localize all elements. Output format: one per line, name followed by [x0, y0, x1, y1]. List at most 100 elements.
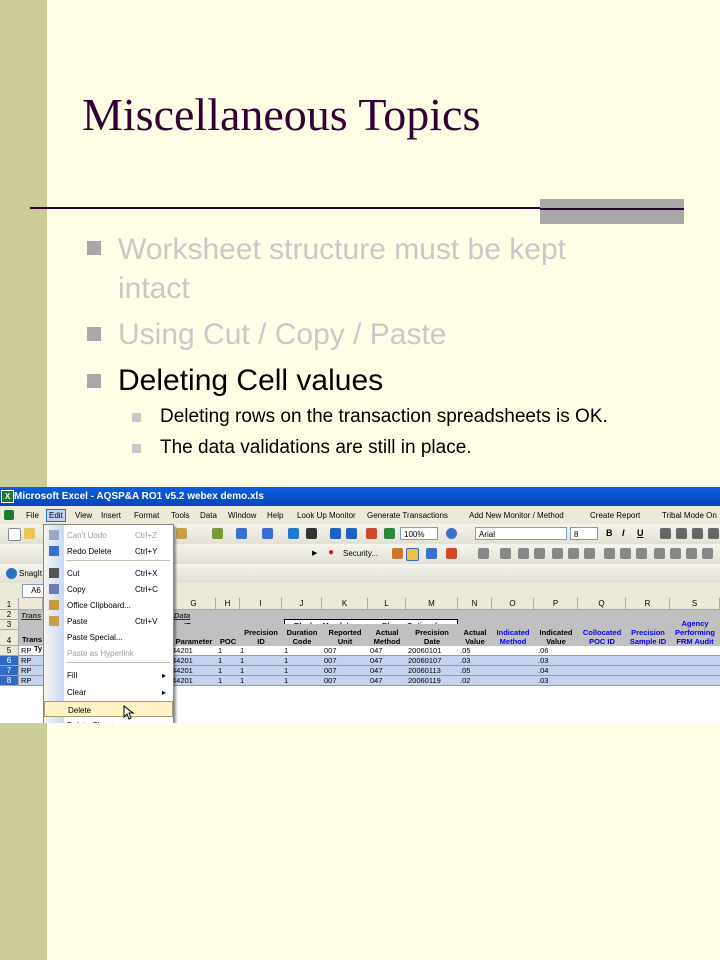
control-icon[interactable] [702, 548, 713, 559]
table-cell-a[interactable]: RP [21, 676, 31, 685]
form-scrollbar-icon[interactable] [604, 548, 615, 559]
align-right-icon[interactable] [692, 528, 703, 539]
paste-icon[interactable] [176, 528, 187, 539]
table-cell-a[interactable]: RP [21, 656, 31, 665]
table-cell-pid[interactable]: 1 [240, 656, 244, 665]
help-icon[interactable] [446, 528, 457, 539]
row-header[interactable]: 6 [0, 656, 19, 666]
column-header-H[interactable]: H [216, 598, 240, 610]
table-cell-ind[interactable]: .04 [538, 666, 548, 675]
table-cell-actual[interactable]: .03 [460, 656, 470, 665]
align-center-icon[interactable] [676, 528, 687, 539]
table-cell-date[interactable]: 20060101 [408, 646, 441, 655]
form-groupbox-icon[interactable] [518, 548, 529, 559]
table-cell-dur[interactable]: 1 [284, 646, 288, 655]
control-toolbox-icon[interactable] [426, 548, 437, 559]
align-left-icon[interactable] [660, 528, 671, 539]
edit-menu-item-delete-sheet[interactable]: Delete Sheet [44, 717, 173, 723]
undo-icon[interactable] [236, 528, 247, 539]
sort-descending-icon[interactable] [346, 528, 357, 539]
form-label-icon[interactable] [478, 548, 489, 559]
column-header-O[interactable]: O [492, 598, 534, 610]
menu-tools[interactable]: Tools [171, 511, 190, 520]
form-editbox-icon[interactable] [500, 548, 511, 559]
table-cell-param[interactable]: 44201 [172, 676, 193, 685]
column-header-K[interactable]: K [322, 598, 368, 610]
row-header[interactable]: 7 [0, 666, 19, 676]
edit-menu-item-redo-delete[interactable]: Redo Delete Ctrl+Y [44, 543, 173, 559]
new-icon[interactable] [8, 528, 21, 541]
hyperlink-icon[interactable] [288, 528, 299, 539]
autosum-icon[interactable] [306, 528, 317, 539]
menu-add-new-monitor[interactable]: Add New Monitor / Method [469, 511, 564, 520]
column-header-S[interactable]: S [670, 598, 720, 610]
script-editor-icon[interactable] [446, 548, 457, 559]
edit-menu-item-paste[interactable]: Paste Ctrl+V [44, 613, 173, 629]
design-mode-icon[interactable] [406, 548, 419, 561]
table-cell-poc[interactable]: 1 [218, 666, 222, 675]
table-cell-param[interactable]: 44201 [172, 666, 193, 675]
sort-ascending-icon[interactable] [330, 528, 341, 539]
menu-create-report[interactable]: Create Report [590, 511, 640, 520]
form-option-icon[interactable] [552, 548, 563, 559]
snagit-button[interactable]: SnagIt [19, 569, 42, 578]
row-header[interactable]: 1 [0, 600, 19, 610]
table-cell-param[interactable]: 44201 [172, 646, 193, 655]
column-header-I[interactable]: I [240, 598, 282, 610]
form-spinner-icon[interactable] [620, 548, 631, 559]
run-dialog-icon[interactable] [686, 548, 697, 559]
menu-look-up-monitor[interactable]: Look Up Monitor [297, 511, 356, 520]
menu-edit[interactable]: Edit [46, 509, 66, 522]
security-button[interactable]: Security... [343, 549, 378, 558]
table-cell-param[interactable]: 44201 [172, 656, 193, 665]
table-cell-ind[interactable]: .03 [538, 676, 548, 685]
table-cell-poc[interactable]: 1 [218, 676, 222, 685]
bold-icon[interactable]: B [606, 528, 613, 538]
menu-data[interactable]: Data [200, 511, 217, 520]
menu-generate-transactions[interactable]: Generate Transactions [367, 511, 448, 520]
table-cell-date[interactable]: 20060107 [408, 656, 441, 665]
table-cell-dur[interactable]: 1 [284, 666, 288, 675]
record-icon[interactable]: ● [328, 547, 334, 558]
table-cell-actual[interactable]: .05 [460, 666, 470, 675]
visual-basic-icon[interactable] [392, 548, 403, 559]
table-cell-ind[interactable]: .06 [538, 646, 548, 655]
menu-help[interactable]: Help [267, 511, 283, 520]
table-cell-ind[interactable]: .03 [538, 656, 548, 665]
table-cell-actual[interactable]: .02 [460, 676, 470, 685]
column-header-L[interactable]: L [368, 598, 406, 610]
column-header-P[interactable]: P [534, 598, 578, 610]
snagit-icon[interactable] [6, 568, 17, 579]
table-cell-method[interactable]: 047 [370, 676, 383, 685]
table-cell-a[interactable]: RP [21, 646, 31, 655]
format-painter-icon[interactable] [212, 528, 223, 539]
edit-menu-item-cut[interactable]: Cut Ctrl+X [44, 565, 173, 581]
font-size-select[interactable]: 8 [570, 527, 598, 540]
edit-menu-item-delete[interactable]: Delete [44, 701, 173, 717]
column-header-Q[interactable]: Q [578, 598, 626, 610]
table-cell-method[interactable]: 047 [370, 646, 383, 655]
form-listbox-icon[interactable] [568, 548, 579, 559]
edit-menu-item-clear[interactable]: Clear ▸ [44, 684, 173, 700]
table-cell-dur[interactable]: 1 [284, 656, 288, 665]
control-properties-icon[interactable] [636, 548, 647, 559]
column-header-G[interactable]: G [172, 598, 216, 610]
redo-icon[interactable] [262, 528, 273, 539]
merge-center-icon[interactable] [708, 528, 719, 539]
edit-menu-item-paste-special[interactable]: Paste Special... [44, 629, 173, 645]
table-cell-pid[interactable]: 1 [240, 676, 244, 685]
edit-menu-item-copy[interactable]: Copy Ctrl+C [44, 581, 173, 597]
chart-wizard-icon[interactable] [366, 528, 377, 539]
table-cell-actual[interactable]: .05 [460, 646, 470, 655]
italic-icon[interactable]: I [622, 528, 625, 538]
row-header[interactable]: 5 [0, 646, 19, 656]
column-header-J[interactable]: J [282, 598, 322, 610]
column-header-R[interactable]: R [626, 598, 670, 610]
underline-icon[interactable]: U [637, 528, 644, 538]
font-name-select[interactable]: Arial [475, 527, 567, 540]
table-cell-unit[interactable]: 007 [324, 666, 337, 675]
menu-file[interactable]: File [26, 511, 39, 520]
table-cell-poc[interactable]: 1 [218, 656, 222, 665]
menu-tribal-mode[interactable]: Tribal Mode On [662, 511, 717, 520]
edit-code-icon[interactable] [654, 548, 665, 559]
